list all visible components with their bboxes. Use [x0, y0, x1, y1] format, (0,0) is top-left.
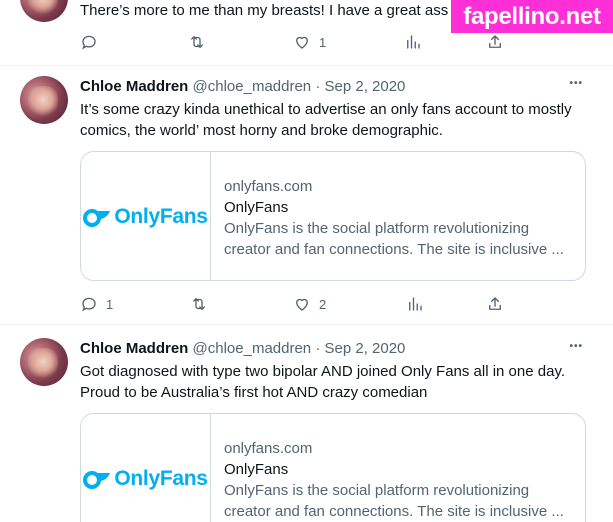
reply-button[interactable]: 1	[80, 295, 113, 313]
tweet-actions: 1	[80, 33, 520, 53]
like-count: 1	[319, 34, 327, 50]
like-button[interactable]: 1	[293, 33, 326, 51]
reply-count: 1	[106, 296, 114, 312]
retweet-icon	[193, 298, 205, 310]
share-icon	[489, 35, 501, 48]
onlyfans-logo: OnlyFans	[83, 467, 208, 491]
card-description: OnlyFans is the social platform revoluti…	[224, 220, 564, 258]
author-handle[interactable]: @chloe_maddren	[193, 78, 312, 95]
tweet-header: Chloe Maddren @chloe_maddren · Sep 2, 20…	[80, 340, 405, 357]
card-title: OnlyFans	[224, 199, 289, 216]
card-thumbnail: OnlyFans	[81, 152, 211, 280]
author-name[interactable]: Chloe Maddren	[80, 340, 188, 357]
avatar[interactable]	[20, 338, 68, 386]
tweet-text: Got diagnosed with type two bipolar AND …	[80, 363, 565, 401]
tweet-header: Chloe Maddren @chloe_maddren · Sep 2, 20…	[80, 78, 405, 95]
reply-button[interactable]	[80, 33, 98, 51]
card-domain: onlyfans.com	[224, 178, 313, 195]
tweet-actions: 1 2	[80, 295, 520, 315]
tweet-1[interactable]: Chloe Maddren @chloe_maddren · Sep 2, 20…	[0, 66, 613, 325]
link-card[interactable]: OnlyFans onlyfans.com OnlyFans OnlyFans …	[80, 151, 586, 281]
share-button[interactable]	[486, 295, 504, 313]
card-body: onlyfans.com OnlyFans OnlyFans is the so…	[224, 438, 576, 522]
reply-icon	[82, 297, 96, 312]
onlyfans-logo: OnlyFans	[83, 205, 208, 229]
watermark: fapellino.net	[451, 0, 613, 33]
avatar[interactable]	[20, 76, 68, 124]
retweet-button[interactable]	[190, 295, 208, 313]
tweet-2[interactable]: Chloe Maddren @chloe_maddren · Sep 2, 20…	[0, 325, 613, 522]
share-button[interactable]	[486, 33, 504, 51]
like-icon	[296, 298, 308, 311]
card-title: OnlyFans	[224, 461, 289, 478]
retweet-button[interactable]	[188, 33, 206, 51]
views-button[interactable]	[404, 33, 422, 51]
like-icon	[296, 36, 308, 49]
card-description: OnlyFans is the social platform revoluti…	[224, 482, 564, 520]
separator: ·	[315, 340, 321, 357]
tweet-text: It’s some crazy kinda unethical to adver…	[80, 101, 572, 139]
more-icon[interactable]: •••	[569, 78, 583, 89]
views-icon	[409, 297, 422, 311]
retweet-icon	[191, 36, 203, 48]
tweet-date[interactable]: Sep 2, 2020	[325, 78, 406, 95]
onlyfans-logo-icon	[83, 209, 111, 227]
onlyfans-logo-icon	[83, 471, 111, 489]
views-icon	[407, 35, 420, 49]
share-icon	[489, 297, 501, 310]
like-count: 2	[319, 296, 327, 312]
like-button[interactable]: 2	[293, 295, 326, 313]
card-body: onlyfans.com OnlyFans OnlyFans is the so…	[224, 176, 576, 260]
avatar[interactable]	[20, 0, 68, 22]
card-thumbnail: OnlyFans	[81, 414, 211, 522]
link-card[interactable]: OnlyFans onlyfans.com OnlyFans OnlyFans …	[80, 413, 586, 522]
author-handle[interactable]: @chloe_maddren	[193, 340, 312, 357]
card-domain: onlyfans.com	[224, 440, 313, 457]
views-button[interactable]	[406, 295, 424, 313]
more-icon[interactable]: •••	[569, 341, 583, 352]
reply-icon	[82, 35, 96, 50]
separator: ·	[315, 78, 321, 95]
author-name[interactable]: Chloe Maddren	[80, 78, 188, 95]
tweet-date[interactable]: Sep 2, 2020	[325, 340, 406, 357]
